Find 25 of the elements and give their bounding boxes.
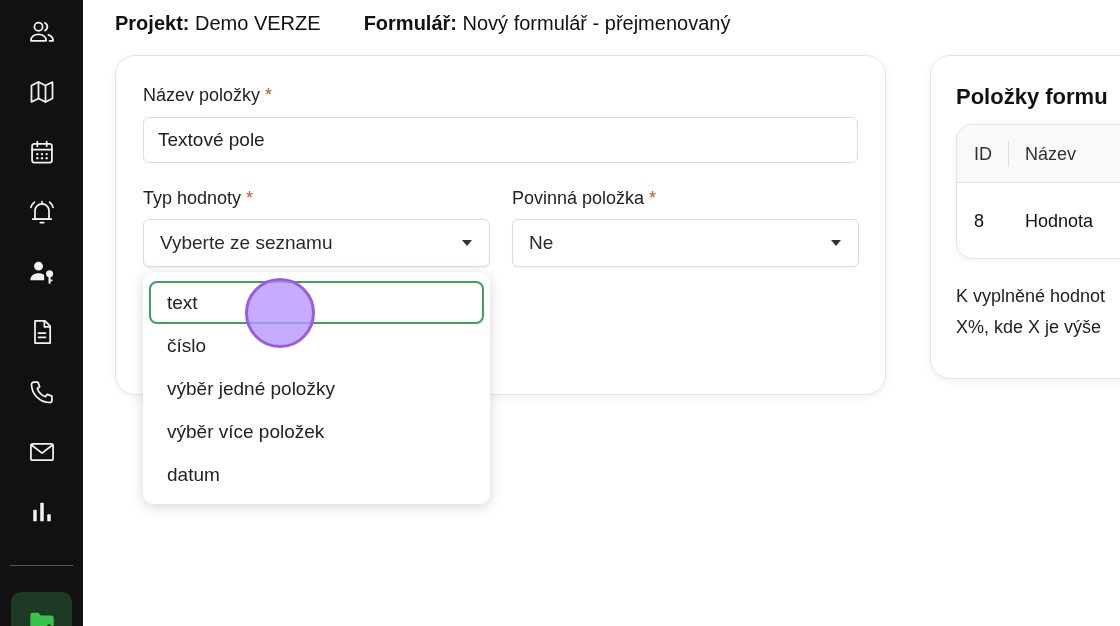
required-asterisk: * [246,187,254,209]
breadcrumb-text: Formulář: Nový formulář - přejmenovaný [363,11,731,36]
caret-icon [462,240,472,246]
field-label: Název položky [143,84,261,106]
table-cell-text: 8 [973,209,985,233]
panel-title: Položky formu [956,84,1109,110]
dropdown-option[interactable]: výběr jedné položky [149,367,484,410]
breadcrumb-text: Projekt: Demo VERZE [115,11,321,36]
text-input[interactable]: Textové pole [143,117,858,163]
note-text: K vyplněné hodnot [956,285,1106,308]
field-label: Typ hodnoty [143,187,242,209]
table-cell-text: Hodnota [1024,209,1094,233]
select-dropdown[interactable]: Vyberte ze seznamu [143,219,490,267]
required-asterisk: * [649,187,657,209]
field-label: Povinná položka [512,187,645,209]
dropdown-option[interactable]: výběr více položek [149,410,484,453]
note-text: X%, kde X je výše [956,316,1102,339]
select-dropdown[interactable]: Ne [512,219,859,267]
bell-icon[interactable] [27,198,56,226]
required-asterisk: * [265,84,273,106]
column-header[interactable]: Název [1009,140,1077,167]
dropdown-option[interactable]: číslo [149,324,484,367]
column-header[interactable]: ID [957,140,1009,167]
dropdown-option[interactable]: datum [149,453,484,496]
caret-icon [831,240,841,246]
